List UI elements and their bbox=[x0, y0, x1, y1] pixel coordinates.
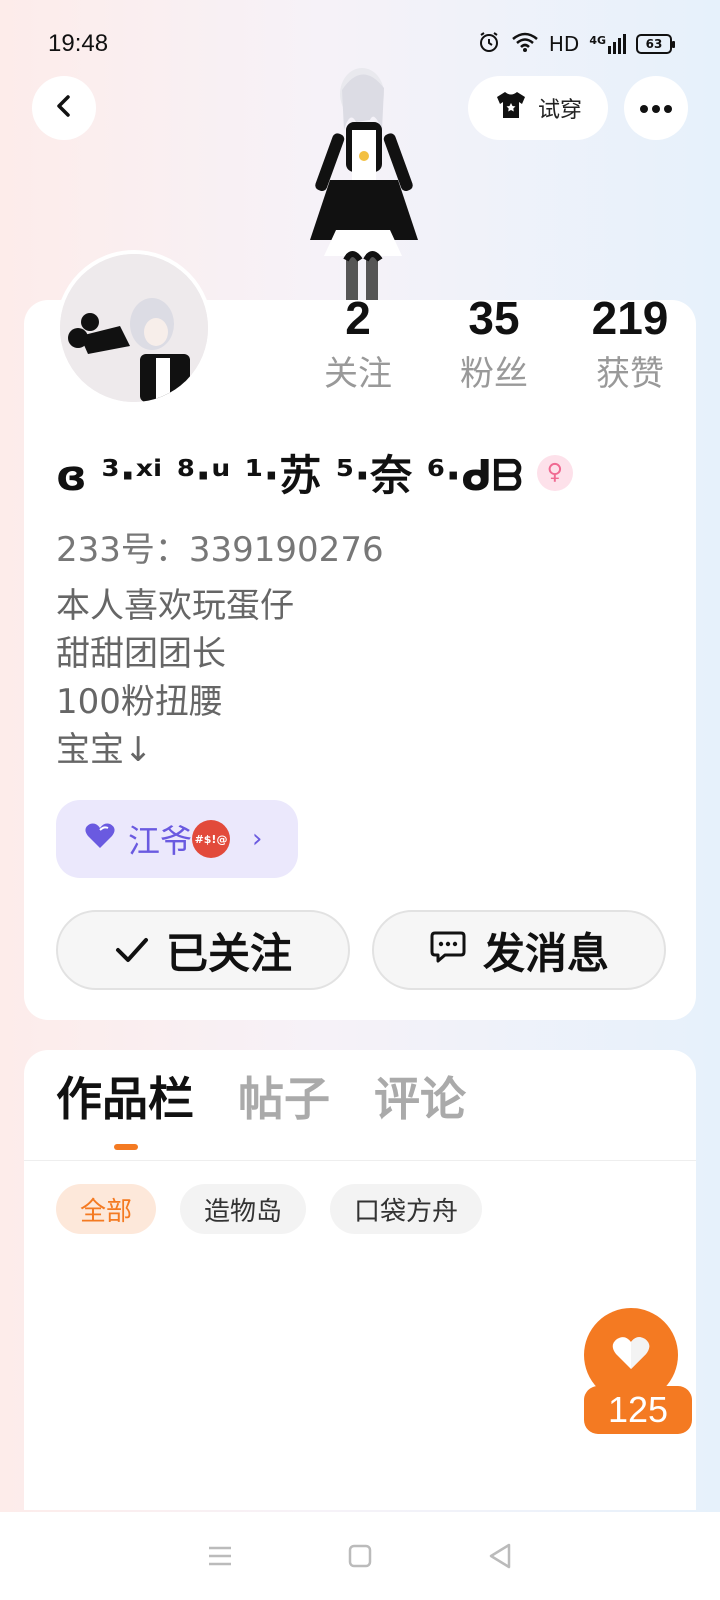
guild-badge-button[interactable]: 江爷 #$!@ › bbox=[56, 800, 298, 878]
menu-icon[interactable] bbox=[200, 1536, 240, 1576]
filter-chips: 全部 造物岛 口袋方舟 bbox=[56, 1184, 483, 1234]
hd-indicator: HD bbox=[548, 32, 580, 56]
status-icons: HD 4G 63 bbox=[477, 30, 675, 59]
alarm-icon bbox=[477, 30, 501, 59]
try-on-label: 试穿 bbox=[537, 98, 582, 123]
send-message-button[interactable]: 发消息 bbox=[372, 910, 666, 990]
stat-value: 35 bbox=[468, 292, 520, 344]
like-count: 125 bbox=[584, 1386, 692, 1434]
stat-label: 粉丝 bbox=[460, 354, 528, 394]
signal-icon: 4G bbox=[589, 34, 626, 54]
chip-pocket-ark[interactable]: 口袋方舟 bbox=[330, 1184, 483, 1234]
stat-value: 2 bbox=[345, 292, 371, 344]
followed-label: 已关注 bbox=[165, 928, 292, 978]
back-button[interactable] bbox=[32, 76, 96, 140]
stat-followers[interactable]: 35 粉丝 bbox=[426, 290, 562, 396]
chat-bubble-icon bbox=[429, 926, 467, 975]
chip-all[interactable]: 全部 bbox=[56, 1184, 157, 1234]
stat-label: 获赞 bbox=[596, 354, 664, 394]
chevron-left-icon bbox=[50, 92, 78, 124]
more-button[interactable] bbox=[624, 76, 688, 140]
angry-face-icon: #$!@ bbox=[192, 820, 231, 858]
wifi-icon bbox=[511, 31, 539, 58]
avatar[interactable] bbox=[56, 250, 212, 406]
system-nav-bar bbox=[0, 1512, 720, 1600]
tab-comments[interactable]: 评论 bbox=[374, 1064, 466, 1134]
female-gender-icon: ♀ bbox=[536, 454, 573, 491]
bio-line: 100粉扭腰 bbox=[56, 682, 223, 722]
back-triangle-icon[interactable] bbox=[480, 1536, 520, 1576]
stat-value: 219 bbox=[591, 292, 669, 344]
try-on-button[interactable]: 试穿 bbox=[468, 76, 608, 140]
heart-icon bbox=[611, 1335, 651, 1375]
message-label: 发消息 bbox=[482, 928, 609, 978]
chip-creation-island[interactable]: 造物岛 bbox=[180, 1184, 307, 1234]
stat-likes[interactable]: 219 获赞 bbox=[562, 290, 698, 396]
bio: 本人喜欢玩蛋仔 甜甜团团长 100粉扭腰 宝宝↓ bbox=[56, 582, 294, 774]
username-text: ɞ ³·ˣⁱ ⁸·ᵘ ¹·苏 ⁵·奈 ⁶·ᑯᗷ bbox=[56, 451, 523, 500]
guild-label: 江爷 bbox=[128, 822, 193, 860]
tab-posts[interactable]: 帖子 bbox=[238, 1064, 330, 1134]
user-id: 233号：339190276 bbox=[56, 530, 384, 570]
tab-divider bbox=[24, 1160, 696, 1161]
content-tabs: 作品栏 帖子 评论 bbox=[56, 1064, 466, 1150]
home-square-icon[interactable] bbox=[340, 1536, 380, 1576]
status-time: 19:48 bbox=[48, 30, 109, 57]
avatar-character-image bbox=[290, 60, 430, 300]
checkmark-icon bbox=[114, 926, 150, 975]
bio-line: 宝宝↓ bbox=[56, 730, 153, 770]
tshirt-icon bbox=[494, 90, 528, 126]
bio-line: 本人喜欢玩蛋仔 bbox=[56, 586, 294, 626]
profile-stats: 2 关注 35 粉丝 219 获赞 bbox=[290, 290, 698, 396]
stat-following[interactable]: 2 关注 bbox=[290, 290, 426, 396]
ellipsis-icon bbox=[639, 99, 673, 118]
battery-icon: 63 bbox=[636, 34, 675, 54]
followed-button[interactable]: 已关注 bbox=[56, 910, 350, 990]
stat-label: 关注 bbox=[324, 354, 392, 394]
username: ɞ ³·ˣⁱ ⁸·ᵘ ¹·苏 ⁵·奈 ⁶·ᑯᗷ ♀ bbox=[56, 442, 573, 503]
purple-heart-icon bbox=[84, 820, 116, 858]
tab-works[interactable]: 作品栏 bbox=[56, 1064, 194, 1150]
chevron-right-icon: › bbox=[252, 824, 263, 854]
bio-line: 甜甜团团长 bbox=[56, 634, 226, 674]
works-section: 作品栏 帖子 评论 全部 造物岛 口袋方舟 bbox=[24, 1050, 696, 1510]
